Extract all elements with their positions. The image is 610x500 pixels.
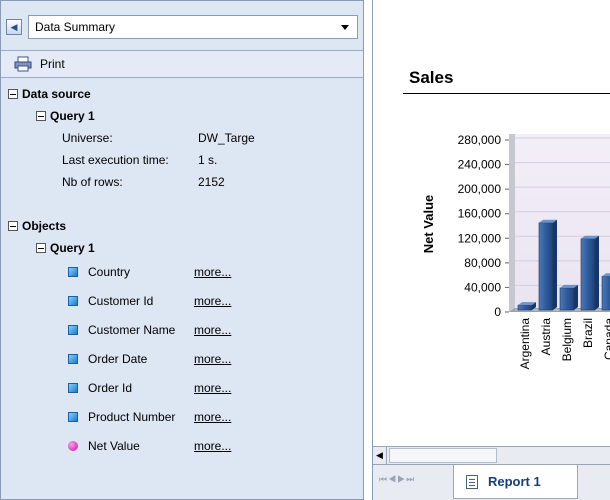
bar — [517, 304, 533, 311]
x-category-label: Belgium — [560, 318, 574, 361]
y-tick-label: 80,000 — [464, 256, 501, 270]
info-key: Last execution time: — [62, 153, 169, 167]
panel-toolbar: ◀ Data Summary — [6, 12, 358, 42]
net-value-bar-chart: 280,000 240,000 200,000 160,000 120,000 80,00… — [421, 133, 610, 370]
object-name: Order Id — [88, 381, 133, 395]
dimension-icon — [68, 267, 78, 277]
horizontal-scrollbar[interactable]: ◀ — [373, 446, 610, 464]
tab-report-1[interactable]: Report 1 — [453, 465, 578, 499]
report-panel: Sales 280,000 240,000 200,000 160,000 120,00… — [372, 0, 610, 500]
x-category-label: Austria — [539, 318, 553, 356]
measure-icon — [68, 441, 78, 451]
x-category-label: Brazil — [581, 318, 595, 348]
chevron-down-icon[interactable] — [341, 25, 349, 30]
printer-icon — [14, 56, 32, 72]
title-divider — [403, 93, 610, 94]
bar-side — [595, 235, 599, 310]
info-row-execution-time: Last execution time: 1 s. — [62, 150, 217, 170]
dimension-icon — [68, 383, 78, 393]
bar — [601, 275, 610, 311]
scroll-left-button[interactable]: ◀ — [373, 447, 387, 464]
left-panel: ◀ Data Summary Print Data source Query 1… — [0, 0, 364, 500]
info-value: 2152 — [198, 175, 225, 189]
more-link[interactable]: more... — [194, 323, 231, 337]
objects-query-node[interactable]: Query 1 — [36, 238, 95, 258]
bar — [538, 222, 554, 311]
plot-side-wall — [509, 134, 515, 312]
y-tick-label: 280,000 — [458, 133, 502, 147]
scroll-left-icon: ◀ — [376, 450, 383, 460]
bar-side — [574, 284, 578, 310]
print-label: Print — [40, 57, 65, 71]
tab-label: Report 1 — [488, 474, 541, 489]
object-item-order-date[interactable]: Order Date more... — [68, 349, 231, 369]
data-source-header: Data source — [22, 87, 91, 101]
collapse-panel-button[interactable]: ◀ — [6, 19, 22, 35]
y-tick-label: 40,000 — [464, 280, 501, 294]
more-link[interactable]: more... — [194, 294, 231, 308]
collapse-icon[interactable] — [36, 111, 46, 121]
dimension-icon — [68, 354, 78, 364]
object-name: Customer Name — [88, 323, 176, 337]
y-tick-label: 120,000 — [458, 231, 502, 245]
bar — [580, 238, 596, 311]
dimension-icon — [68, 296, 78, 306]
object-name: Country — [88, 265, 131, 279]
y-tick-label: 160,000 — [458, 207, 502, 221]
object-item-net-value[interactable]: Net Value more... — [68, 436, 231, 456]
data-source-query-label: Query 1 — [50, 109, 95, 123]
object-item-customer-name[interactable]: Customer Name more... — [68, 320, 231, 340]
data-source-query-node[interactable]: Query 1 — [36, 106, 95, 126]
object-item-order-id[interactable]: Order Id more... — [68, 378, 231, 398]
scroll-thumb[interactable] — [389, 448, 497, 463]
x-category-label: Argentina — [518, 318, 532, 370]
objects-node[interactable]: Objects — [8, 216, 66, 236]
collapse-left-icon: ◀ — [10, 21, 18, 32]
more-link[interactable]: more... — [194, 410, 231, 424]
panel-view-select[interactable]: Data Summary — [28, 15, 358, 39]
x-category-label: Canada — [602, 318, 610, 360]
info-row-nb-rows: Nb of rows: 2152 — [62, 172, 225, 192]
objects-header: Objects — [22, 219, 67, 233]
document-icon — [466, 474, 478, 489]
more-link[interactable]: more... — [194, 352, 231, 366]
collapse-icon[interactable] — [8, 89, 18, 99]
y-tick-label: 0 — [494, 305, 501, 319]
object-name: Customer Id — [88, 294, 154, 308]
info-row-universe: Universe: DW_Targe — [62, 128, 255, 148]
report-tab-bar: ⏮◀▶⏭ Report 1 — [373, 464, 610, 500]
object-name: Product Number — [88, 410, 176, 424]
y-tick-label: 200,000 — [458, 182, 502, 196]
collapse-icon[interactable] — [36, 243, 46, 253]
report-title: Sales — [409, 68, 454, 87]
object-item-product-number[interactable]: Product Number more... — [68, 407, 231, 427]
dimension-icon — [68, 412, 78, 422]
bar — [559, 287, 575, 311]
print-button[interactable]: Print — [0, 50, 364, 78]
more-link[interactable]: more... — [194, 265, 231, 279]
collapse-icon[interactable] — [8, 221, 18, 231]
data-source-node[interactable]: Data source — [8, 84, 91, 104]
info-value: 1 s. — [198, 153, 218, 167]
object-name: Net Value — [88, 439, 140, 453]
tab-navigation-icon[interactable]: ⏮◀▶⏭ — [379, 474, 415, 485]
dimension-icon — [68, 325, 78, 335]
y-tick-label: 240,000 — [458, 158, 502, 172]
info-key: Universe: — [62, 131, 113, 145]
panel-view-select-value: Data Summary — [35, 20, 116, 34]
info-key: Nb of rows: — [62, 175, 123, 189]
object-item-country[interactable]: Country more... — [68, 262, 231, 282]
info-value: DW_Targe — [198, 131, 255, 145]
more-link[interactable]: more... — [194, 439, 231, 453]
more-link[interactable]: more... — [194, 381, 231, 395]
bar-side — [553, 219, 557, 310]
object-name: Order Date — [88, 352, 148, 366]
y-axis-label: Net Value — [421, 195, 436, 254]
objects-query-label: Query 1 — [50, 241, 95, 255]
object-item-customer-id[interactable]: Customer Id more... — [68, 291, 231, 311]
